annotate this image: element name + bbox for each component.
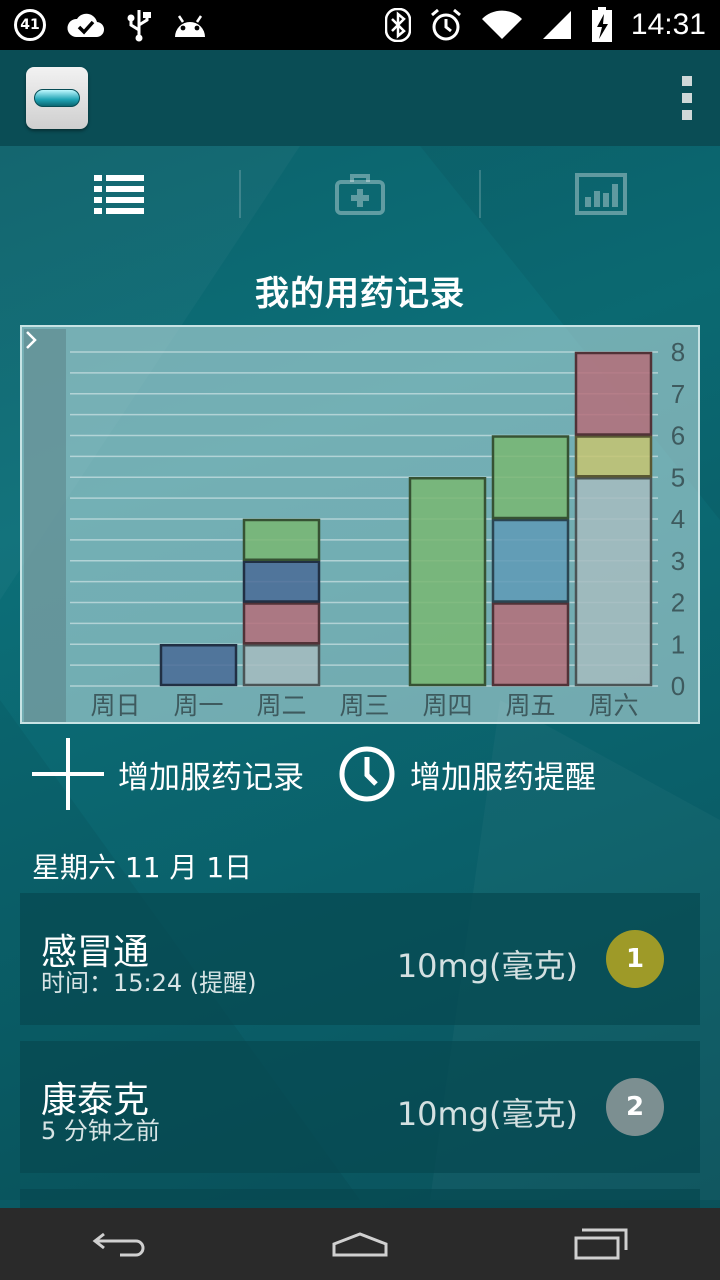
notification-count-badge: 41 [14,9,46,41]
tab-bar [0,146,720,242]
clock-icon [339,746,395,802]
x-tick-label: 周四 [422,691,472,720]
count-badge: 1 [606,930,664,988]
y-tick-label: 3 [671,546,685,576]
status-bar: 41 14:31 [0,0,720,50]
add-record-button[interactable]: 增加服药记录 [32,738,304,810]
recent-apps-icon [574,1228,628,1260]
usb-icon [127,10,151,42]
x-tick-label: 周六 [588,691,638,720]
cell-signal-icon [542,11,571,39]
y-tick-label: 4 [671,504,685,534]
chevron-right-icon [26,331,37,349]
x-tick-label: 周一 [173,691,223,720]
back-button[interactable] [70,1214,170,1274]
bar-segment [491,435,570,520]
chart-expand-arrow[interactable] [24,329,66,722]
page-title: 我的用药记录 [255,274,465,314]
bar-segment [242,602,321,645]
plus-icon [32,738,104,810]
y-tick-label: 5 [671,462,685,492]
add-record-label: 增加服药记录 [118,759,304,796]
count-badge: 2 [606,1078,664,1136]
overflow-menu-icon[interactable] [682,76,694,120]
app-pill-icon[interactable] [26,67,88,129]
x-tick-label: 周二 [256,691,306,720]
tab-medicine-kit[interactable] [241,146,480,242]
list-item[interactable]: 感冒通 时间：15:24 (提醒) 10mg(毫克) 1 [20,893,700,1025]
date-header: 星期六 11 月 1日 [32,851,253,884]
medicine-time: 5 分钟之前 [41,1117,160,1145]
medicine-dose: 10mg(毫克) [396,1095,578,1133]
x-tick-label: 周日 [90,691,140,720]
action-row: 增加服药记录 增加服药提醒 [0,736,720,812]
add-reminder-label: 增加服药提醒 [410,759,596,796]
bar-segment [491,602,570,687]
home-button[interactable] [310,1214,410,1274]
action-bar [0,50,720,146]
y-tick-label: 0 [671,671,685,701]
back-icon [92,1232,145,1257]
y-tick-label: 2 [671,588,685,618]
wifi-icon [481,10,522,39]
bar-chart-icon [574,173,627,215]
medicine-time: 时间：15:24 (提醒) [41,969,257,997]
android-icon [175,15,205,37]
y-tick-label: 6 [671,421,685,451]
medication-chart: 0 1 2 3 4 5 6 7 8 周日 周一 周二 周三 周四 周五 周六 [20,325,700,724]
tab-statistics[interactable] [481,146,720,242]
add-reminder-button[interactable]: 增加服药提醒 [338,745,596,803]
alarm-icon [430,8,461,41]
bar-segment [574,351,653,436]
bar-segment [574,435,653,478]
bar-segment [408,477,487,687]
list-item[interactable]: 康泰克 5 分钟之前 10mg(毫克) 2 [20,1041,700,1173]
bar-segment [242,644,321,687]
bar-segment [491,518,570,603]
y-tick-label: 8 [671,337,685,367]
bar-segment [574,477,653,687]
bluetooth-icon [384,8,411,42]
medicine-dose: 10mg(毫克) [396,947,578,985]
list-icon [94,175,145,214]
home-icon [332,1232,388,1257]
bar-segment [242,560,321,603]
y-tick-label: 7 [671,379,685,409]
medical-kit-icon [335,174,385,215]
recent-apps-button[interactable] [550,1214,650,1274]
navigation-bar [0,1208,720,1280]
y-tick-label: 1 [671,629,685,659]
x-tick-label: 周五 [505,691,555,720]
stacked-bar-chart: 0 1 2 3 4 5 6 7 8 周日 周一 周二 周三 周四 周五 周六 [70,337,685,720]
battery-charging-icon [591,7,612,42]
bar-segment [242,518,321,561]
clock-time: 14:31 [630,8,706,41]
cloud-check-icon [67,13,105,38]
bar-segment [159,644,238,687]
x-tick-label: 周三 [339,691,389,720]
tab-records[interactable] [0,146,239,242]
